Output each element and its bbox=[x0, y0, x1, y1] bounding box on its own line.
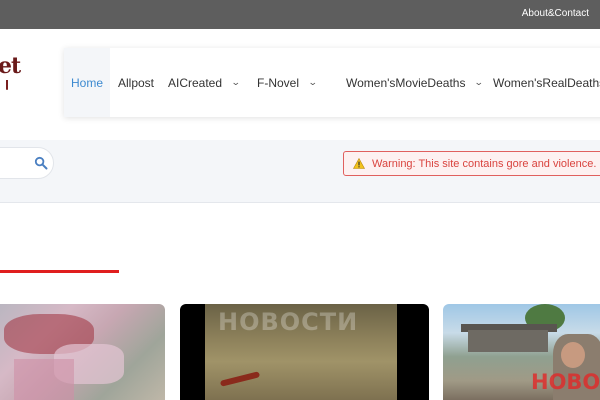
thumbnail-image-region bbox=[14, 359, 74, 400]
blood-drip-mark bbox=[6, 80, 8, 90]
nav-item-label: Women'sMovieDeaths bbox=[346, 75, 466, 90]
thumbnail-image-region bbox=[468, 330, 548, 352]
nav-item-label: AICreated bbox=[168, 75, 223, 90]
chevron-down-icon: ⌄ bbox=[307, 77, 318, 87]
warning-text: Warning: This site contains gore and vio… bbox=[372, 157, 600, 170]
nav-item-f-novel[interactable]: F-Novel ⌄ bbox=[250, 48, 329, 117]
post-thumbnail[interactable]: НОВОСТИ bbox=[180, 304, 429, 400]
nav-item-label: Home bbox=[70, 75, 103, 90]
about-contact-link[interactable]: About&Contact bbox=[522, 8, 589, 19]
main-nav: Home Allpost AICreated ⌄ F-Novel ⌄ Women… bbox=[64, 48, 600, 117]
chevron-down-icon: ⌄ bbox=[230, 77, 241, 87]
nav-item-womens-movie-deaths[interactable]: Women'sMovieDeaths ⌄ bbox=[329, 48, 484, 117]
thumbnail-image-region bbox=[561, 342, 585, 368]
gore-warning-banner: Warning: This site contains gore and vio… bbox=[343, 151, 600, 176]
nav-item-home[interactable]: Home bbox=[64, 48, 110, 117]
warning-icon bbox=[353, 158, 365, 169]
nav-item-label: Allpost bbox=[118, 75, 155, 90]
search-input[interactable] bbox=[3, 155, 33, 167]
thumbnail-watermark: НОВОС bbox=[531, 370, 600, 394]
site-logo[interactable]: et bbox=[0, 53, 21, 90]
nav-item-allpost[interactable]: Allpost bbox=[110, 48, 157, 117]
post-thumbnail[interactable]: НОВОС bbox=[443, 304, 600, 400]
top-bar: About&Contact bbox=[0, 0, 600, 29]
thumbnail-watermark: НОВОСТИ bbox=[218, 308, 359, 336]
nav-item-label: Women'sRealDeaths bbox=[493, 75, 600, 90]
nav-item-aicreated[interactable]: AICreated ⌄ bbox=[157, 48, 250, 117]
nav-item-label: F-Novel bbox=[257, 75, 300, 90]
logo-text: et bbox=[0, 53, 21, 79]
nav-item-womens-real-deaths[interactable]: Women'sRealDeaths bbox=[482, 48, 600, 117]
section-title-underline bbox=[0, 270, 119, 273]
search-icon[interactable] bbox=[34, 156, 48, 170]
post-thumbnail[interactable] bbox=[0, 304, 165, 400]
page: About&Contact et Home Allpost AICreated … bbox=[0, 0, 600, 400]
